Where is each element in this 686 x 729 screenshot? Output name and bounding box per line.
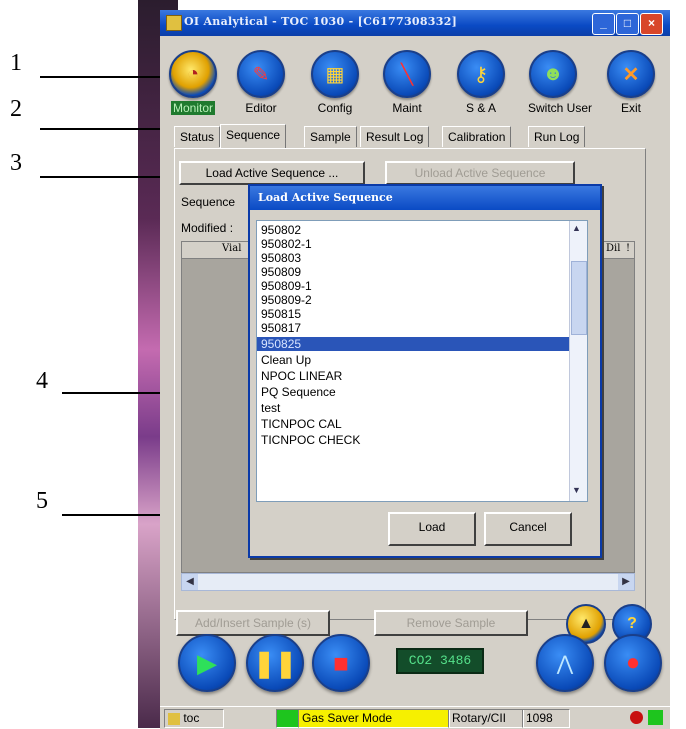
play-icon: ▶ bbox=[197, 647, 217, 678]
scroll-right-icon[interactable]: ▶ bbox=[618, 574, 634, 590]
close-button[interactable]: × bbox=[640, 13, 663, 35]
minimize-button[interactable]: _ bbox=[592, 13, 615, 35]
list-item[interactable]: TICNPOC CHECK bbox=[261, 433, 567, 447]
grid-icon: ▦ bbox=[311, 50, 359, 98]
list-item[interactable]: 950802-1 bbox=[261, 237, 567, 251]
list-item[interactable]: 950817 bbox=[261, 321, 567, 335]
stop-icon: ■ bbox=[333, 647, 349, 678]
load-sequence-dialog: Load Active Sequence 950802 950802-1 950… bbox=[248, 184, 602, 558]
play-button[interactable]: ▶ bbox=[178, 634, 236, 692]
list-item[interactable]: PQ Sequence bbox=[261, 385, 567, 399]
add-insert-sample-button[interactable]: Add/Insert Sample (s) bbox=[176, 610, 330, 636]
editor-label: Editor bbox=[245, 101, 277, 115]
switch-user-label: Switch User bbox=[528, 101, 593, 115]
tab-status[interactable]: Status bbox=[174, 126, 221, 147]
toolbar-switch-user[interactable]: ☻ Switch User bbox=[528, 50, 593, 124]
callout-3-arrow bbox=[40, 171, 180, 183]
tab-calibration[interactable]: Calibration bbox=[442, 126, 512, 147]
grid-header-vial: Vial bbox=[222, 243, 242, 254]
screwdriver-icon: ╲ bbox=[383, 50, 431, 98]
toolbar-maint[interactable]: ╲ Maint bbox=[382, 50, 432, 124]
status-user: toc bbox=[164, 709, 224, 728]
sequence-listbox[interactable]: 950802 950802-1 950803 950809 950809-1 9… bbox=[256, 220, 588, 502]
toolbar-editor[interactable]: ✎ Editor bbox=[236, 50, 286, 124]
peak-chart-icon: ⋀ bbox=[556, 652, 574, 675]
toolbar-exit[interactable]: ✕ Exit bbox=[606, 50, 656, 124]
sequence-label: Sequence bbox=[181, 195, 236, 209]
toolbar-monitor[interactable]: ◔ Monitor bbox=[168, 50, 218, 124]
callout-4: 4 bbox=[36, 368, 48, 394]
unload-active-sequence-button[interactable]: Unload Active Sequence bbox=[385, 161, 575, 185]
close-icon: ✕ bbox=[607, 50, 655, 98]
dialog-title-bar[interactable]: Load Active Sequence bbox=[250, 186, 600, 210]
toolbar-config[interactable]: ▦ Config bbox=[310, 50, 360, 124]
status-count: 1098 bbox=[522, 709, 570, 728]
monitor-label: Monitor bbox=[170, 101, 215, 115]
callout-5: 5 bbox=[36, 488, 48, 514]
pencil-icon: ✎ bbox=[237, 50, 285, 98]
grid-header-flag: ! bbox=[626, 243, 631, 254]
scroll-left-icon[interactable]: ◀ bbox=[182, 574, 198, 590]
list-item[interactable]: 950815 bbox=[261, 307, 567, 321]
toolbar: ◔ Monitor ✎ Editor ▦ Config ╲ Maint ⚷ S … bbox=[160, 36, 670, 122]
pause-button[interactable]: ❚❚ bbox=[246, 634, 304, 692]
pause-icon: ❚❚ bbox=[253, 647, 297, 678]
tab-run-log[interactable]: Run Log bbox=[528, 126, 586, 147]
list-item[interactable]: 950809 bbox=[261, 265, 567, 279]
user-icon bbox=[168, 712, 180, 725]
callout-2: 2 bbox=[10, 96, 22, 122]
exit-label: Exit bbox=[620, 101, 641, 115]
grid-header-dil: Dil bbox=[606, 243, 621, 254]
callout-3: 3 bbox=[10, 150, 22, 176]
status-mode: Gas Saver Mode bbox=[298, 709, 450, 728]
config-label: Config bbox=[317, 101, 353, 115]
title-bar[interactable]: OI Analytical - TOC 1030 - [C6177308332]… bbox=[160, 10, 670, 36]
status-user-text: toc bbox=[183, 711, 200, 725]
status-red-light bbox=[630, 711, 643, 724]
tab-sample[interactable]: Sample bbox=[304, 126, 357, 147]
tab-sequence[interactable]: Sequence bbox=[220, 124, 287, 148]
modified-label: Modified : bbox=[181, 221, 234, 235]
remove-sample-button[interactable]: Remove Sample bbox=[374, 610, 528, 636]
list-item[interactable]: 950803 bbox=[261, 251, 567, 265]
app-icon bbox=[166, 15, 182, 31]
load-active-sequence-button[interactable]: Load Active Sequence ... bbox=[179, 161, 365, 185]
dialog-title: Load Active Sequence bbox=[258, 191, 393, 204]
list-item[interactable]: 950809-1 bbox=[261, 279, 567, 293]
callout-1: 1 bbox=[10, 50, 22, 76]
scroll-thumb[interactable] bbox=[571, 261, 587, 335]
status-bar: toc Gas Saver Mode Rotary/CII 1098 bbox=[160, 706, 670, 729]
stop-button[interactable]: ■ bbox=[312, 634, 370, 692]
co2-readout: CO2 3486 bbox=[396, 648, 484, 674]
alarm-icon: ● bbox=[625, 649, 641, 676]
window-title: OI Analytical - TOC 1030 - [C6177308332] bbox=[184, 15, 458, 28]
sa-label: S & A bbox=[465, 101, 497, 115]
alarm-button[interactable]: ● bbox=[604, 634, 662, 692]
list-item[interactable]: NPOC LINEAR bbox=[261, 369, 567, 383]
cancel-button[interactable]: Cancel bbox=[484, 512, 572, 546]
callout-1-arrow bbox=[40, 71, 178, 83]
toolbar-sa[interactable]: ⚷ S & A bbox=[456, 50, 506, 124]
chart-button[interactable]: ⋀ bbox=[536, 634, 594, 692]
list-item[interactable]: test bbox=[261, 401, 567, 415]
list-item[interactable]: Clean Up bbox=[261, 353, 567, 367]
vertical-scrollbar[interactable]: ▲ ▼ bbox=[569, 221, 587, 501]
horizontal-scrollbar[interactable]: ◀ ▶ bbox=[181, 573, 635, 591]
gauge-icon: ◔ bbox=[169, 50, 217, 98]
users-icon: ☻ bbox=[529, 50, 577, 98]
scroll-up-icon[interactable]: ▲ bbox=[572, 223, 581, 233]
list-item[interactable]: 950809-2 bbox=[261, 293, 567, 307]
status-network-icon bbox=[648, 710, 663, 725]
list-item-selected[interactable]: 950825 bbox=[257, 337, 571, 351]
list-item[interactable]: TICNPOC CAL bbox=[261, 417, 567, 431]
maximize-button[interactable]: □ bbox=[616, 13, 639, 35]
scroll-down-icon[interactable]: ▼ bbox=[572, 485, 581, 495]
load-button[interactable]: Load bbox=[388, 512, 476, 546]
maint-label: Maint bbox=[392, 101, 422, 115]
tab-result-log[interactable]: Result Log bbox=[360, 126, 430, 147]
key-icon: ⚷ bbox=[457, 50, 505, 98]
list-item[interactable]: 950802 bbox=[261, 223, 567, 237]
status-port: Rotary/CII bbox=[448, 709, 524, 728]
